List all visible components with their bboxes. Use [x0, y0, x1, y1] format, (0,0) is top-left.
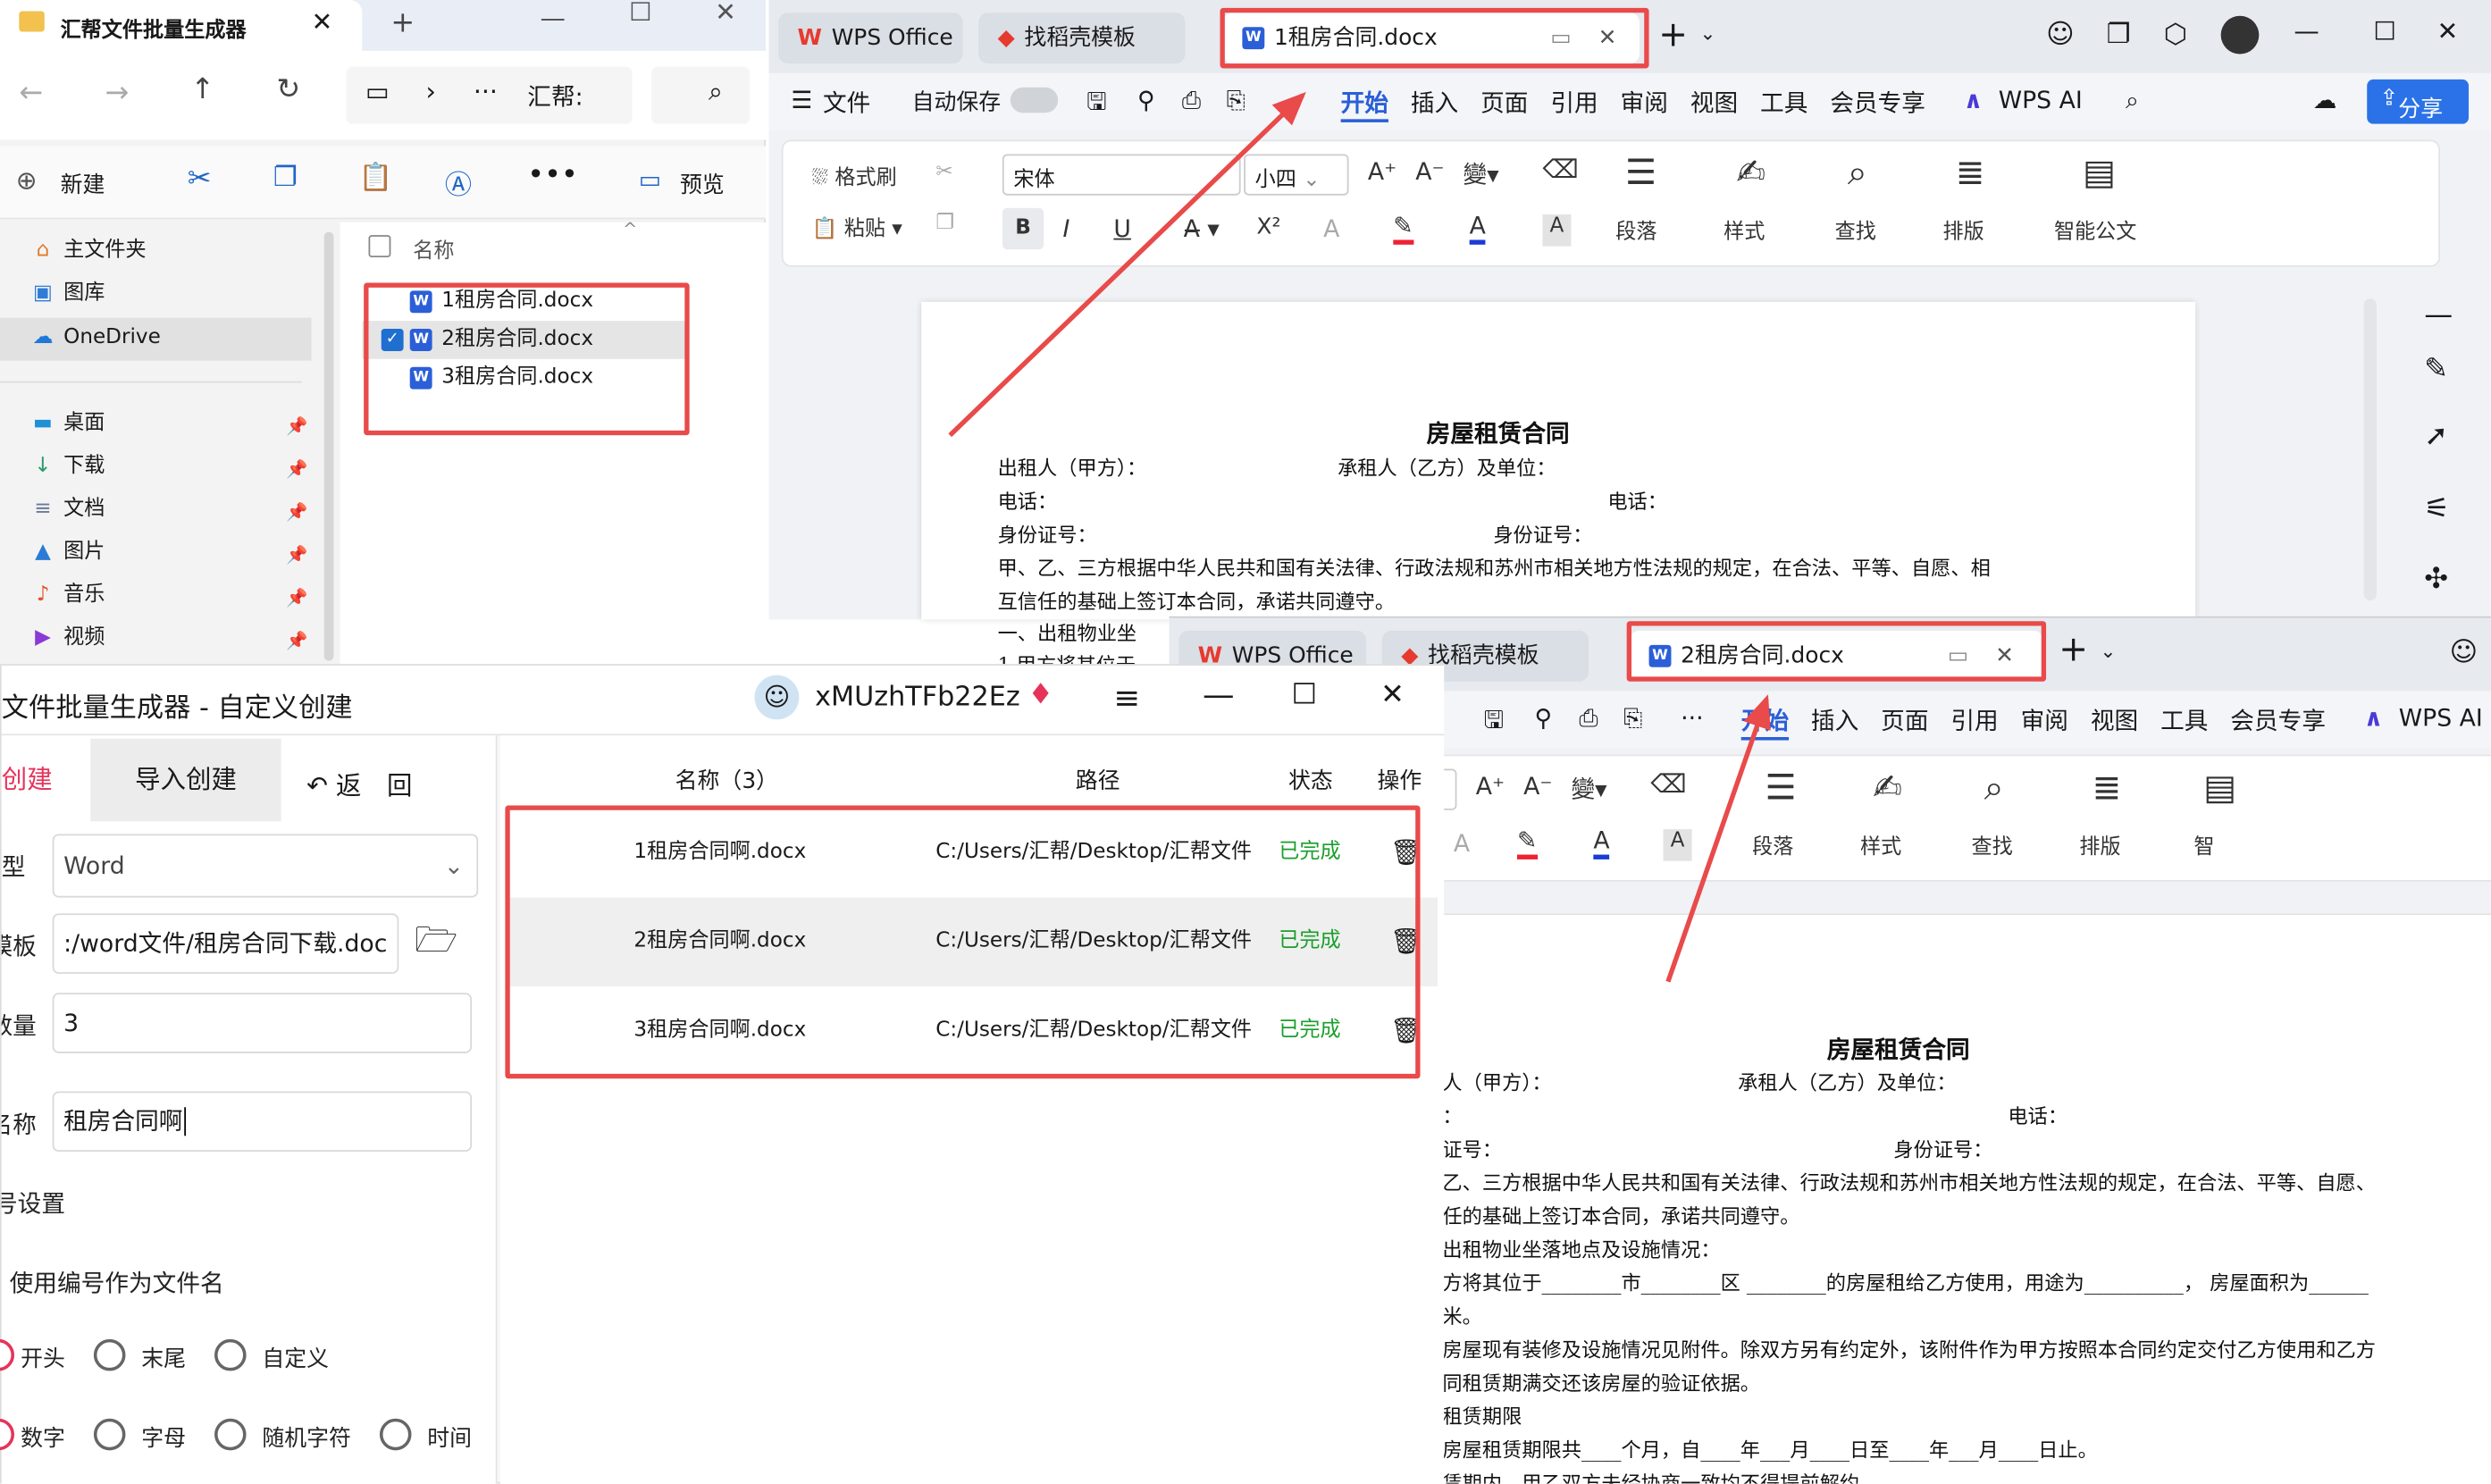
arrow-to-document-2	[1665, 694, 1771, 983]
arrow-to-document-1	[948, 91, 1306, 438]
annotation-arrows	[948, 91, 1771, 983]
